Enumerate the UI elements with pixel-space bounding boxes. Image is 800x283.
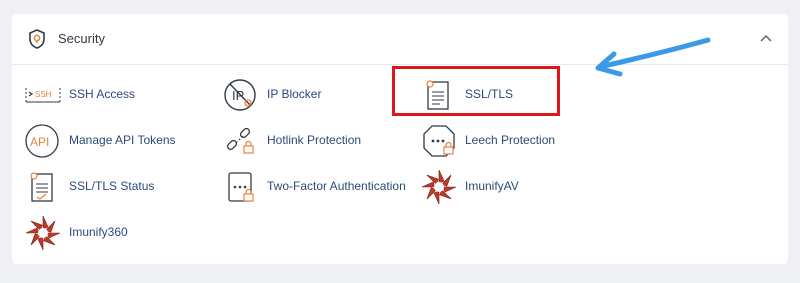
leech-protection-link[interactable]: Leech Protection (420, 122, 580, 160)
section-title: Security (58, 31, 105, 46)
svg-text:SSH: SSH (35, 90, 52, 99)
shield-icon (29, 29, 45, 49)
ssh-terminal-icon: SSH (25, 88, 61, 103)
item-label: Two-Factor Authentication (267, 179, 406, 193)
hotlink-protection-link[interactable]: Hotlink Protection (222, 122, 392, 160)
ssl-tls-status-link[interactable]: SSL/TLS Status (24, 168, 184, 206)
imunify-icon (421, 169, 457, 205)
chevron-up-icon[interactable] (758, 32, 774, 46)
ip-blocker-link[interactable]: IP IP Blocker (222, 76, 362, 114)
imunify360-icon (25, 215, 61, 251)
item-label: Leech Protection (465, 133, 556, 147)
svg-text:API: API (30, 135, 49, 149)
ip-blocker-icon: IP (224, 79, 256, 111)
item-label: Imunify360 (69, 225, 128, 239)
annotation-arrow-icon (595, 37, 711, 77)
item-label: IP Blocker (267, 87, 322, 101)
item-label: Hotlink Protection (267, 133, 362, 147)
two-factor-authentication-link[interactable]: Two-Factor Authentication (222, 168, 417, 206)
item-label: Manage API Tokens (69, 133, 176, 147)
certificate-status-icon (30, 172, 53, 202)
imunify360-link[interactable]: Imunify360 (24, 214, 164, 252)
svg-text:IP: IP (232, 88, 244, 103)
highlight-box (392, 66, 560, 116)
api-icon: API (25, 124, 59, 158)
manage-api-tokens-link[interactable]: API Manage API Tokens (24, 122, 194, 160)
octagon-lock-icon (423, 125, 455, 157)
phone-lock-icon (228, 172, 254, 202)
imunifyav-link[interactable]: ImunifyAV (420, 168, 560, 206)
broken-link-lock-icon (226, 127, 254, 154)
item-label: ImunifyAV (465, 179, 519, 193)
item-label: SSL/TLS Status (69, 179, 155, 193)
ssh-access-link[interactable]: SSH SSH Access (24, 76, 164, 114)
item-label: SSH Access (69, 87, 136, 101)
